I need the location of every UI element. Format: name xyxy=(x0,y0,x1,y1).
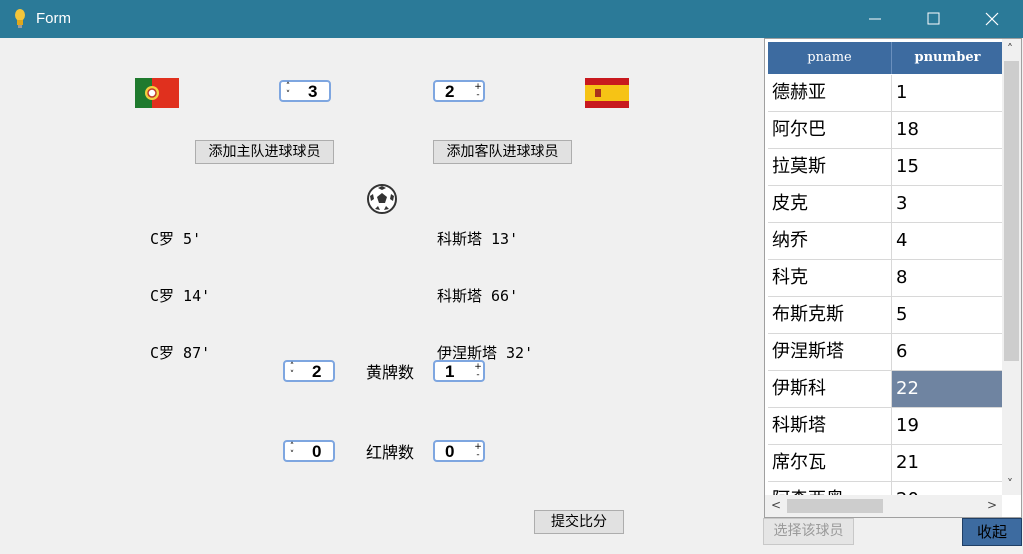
table-row[interactable]: 阿森西奥20 xyxy=(768,482,1002,495)
table-row[interactable]: 科斯塔 19 xyxy=(768,408,1002,445)
spin-arrows-icon[interactable]: + - xyxy=(474,363,482,380)
cell-pnumber[interactable]: 5 xyxy=(891,297,1002,333)
cell-pname[interactable]: 科斯塔 xyxy=(768,408,891,444)
spin-arrows-icon[interactable]: ˄ ˅ xyxy=(288,363,296,380)
cell-pname[interactable]: 德赫亚 xyxy=(768,75,891,111)
close-icon xyxy=(985,12,999,26)
cell-pnumber[interactable]: 15 xyxy=(891,149,1002,185)
table-row[interactable]: 拉莫斯 15 xyxy=(768,149,1002,186)
away-yellow-value: 1 xyxy=(445,362,455,381)
cell-pname[interactable]: 席尔瓦 xyxy=(768,445,891,481)
soccer-ball-icon xyxy=(367,184,397,214)
cell-pnumber[interactable]: 19 xyxy=(891,408,1002,444)
spain-flag-icon xyxy=(585,78,629,108)
scroll-right-icon[interactable]: > xyxy=(987,498,997,512)
cell-pname[interactable]: 纳乔 xyxy=(768,223,891,259)
cell-pnumber[interactable]: 18 xyxy=(891,112,1002,148)
cell-pnumber[interactable]: 4 xyxy=(891,223,1002,259)
collapse-button[interactable]: 收起 xyxy=(962,518,1022,546)
portugal-flag-icon xyxy=(135,78,179,108)
cell-pname[interactable]: 阿尔巴 xyxy=(768,112,891,148)
submit-score-button[interactable]: 提交比分 xyxy=(534,510,624,534)
minimize-button[interactable] xyxy=(846,0,904,38)
scroll-left-icon[interactable]: < xyxy=(771,498,781,512)
horizontal-scrollbar[interactable]: < > xyxy=(765,495,1002,517)
select-player-button[interactable]: 选择该球员 xyxy=(763,518,854,545)
vertical-scrollbar[interactable]: ˄ ˅ xyxy=(1002,39,1021,495)
spin-arrows-icon[interactable]: + - xyxy=(474,443,482,460)
close-button[interactable] xyxy=(962,0,1020,38)
minimize-icon xyxy=(869,18,881,20)
cell-pname[interactable]: 皮克 xyxy=(768,186,891,222)
home-yellow-spinbox[interactable]: ˄ ˅ 2 xyxy=(283,360,335,382)
home-scorers-list: C罗 5' C罗 14' C罗 87' xyxy=(150,192,210,382)
home-score-value: 3 xyxy=(308,82,318,101)
table-header: pname pnumber xyxy=(768,42,1002,74)
cell-pname[interactable]: 科克 xyxy=(768,260,891,296)
home-score-spinbox[interactable]: ˄ ˅ 3 xyxy=(279,80,331,102)
list-item: C罗 5' xyxy=(150,230,202,248)
cell-pnumber[interactable]: 1 xyxy=(891,75,1002,111)
table-row[interactable]: 席尔瓦 21 xyxy=(768,445,1002,482)
add-home-scorer-button[interactable]: 添加主队进球球员 xyxy=(195,140,334,164)
bulb-icon xyxy=(15,9,25,28)
table-row[interactable]: 布斯克斯 5 xyxy=(768,297,1002,334)
maximize-icon xyxy=(927,12,940,25)
cell-pnumber[interactable]: 20 xyxy=(891,482,1002,495)
cell-pname[interactable]: 布斯克斯 xyxy=(768,297,891,333)
cell-pnumber[interactable]: 8 xyxy=(891,260,1002,296)
scroll-up-icon[interactable]: ˄ xyxy=(1007,42,1013,56)
table-row[interactable]: 科克 8 xyxy=(768,260,1002,297)
maximize-button[interactable] xyxy=(904,0,962,38)
cell-pname[interactable]: 伊斯科 xyxy=(768,371,891,407)
add-away-scorer-button[interactable]: 添加客队进球球员 xyxy=(433,140,572,164)
cell-pname[interactable]: 伊涅斯塔 xyxy=(768,334,891,370)
cell-pnumber[interactable]: 21 xyxy=(891,445,1002,481)
horizontal-scroll-thumb[interactable] xyxy=(787,499,883,513)
list-item: C罗 87' xyxy=(150,344,211,362)
cell-pname[interactable]: 阿森西奥 xyxy=(768,482,891,495)
home-red-spinbox[interactable]: ˄ ˅ 0 xyxy=(283,440,335,462)
away-score-spinbox[interactable]: 2 + - xyxy=(433,80,485,102)
cell-pnumber[interactable]: 3 xyxy=(891,186,1002,222)
spin-arrows-icon[interactable]: ˄ ˅ xyxy=(288,443,296,460)
table-row[interactable]: 伊涅斯塔 6 xyxy=(768,334,1002,371)
table-row[interactable]: 纳乔 4 xyxy=(768,223,1002,260)
column-header-pnumber[interactable]: pnumber xyxy=(891,42,1003,74)
away-red-value: 0 xyxy=(445,442,455,461)
table-row[interactable]: 阿尔巴 18 xyxy=(768,112,1002,149)
list-item: 科斯塔 13' xyxy=(437,230,519,248)
away-red-spinbox[interactable]: 0 + - xyxy=(433,440,485,462)
title-bar: Form xyxy=(0,0,1023,38)
home-yellow-value: 2 xyxy=(312,362,322,381)
player-table[interactable]: pname pnumber 德赫亚 1 阿尔巴 18 拉莫斯 15 皮克 3 纳乔 4 科克 8 布斯克… xyxy=(764,38,1022,518)
table-row[interactable]: 皮克 3 xyxy=(768,186,1002,223)
away-score-value: 2 xyxy=(445,82,455,101)
table-row[interactable]: 德赫亚 1 xyxy=(768,75,1002,112)
scroll-down-icon[interactable]: ˅ xyxy=(1007,477,1013,491)
home-red-value: 0 xyxy=(312,442,322,461)
red-card-label: 红牌数 xyxy=(366,443,415,462)
cell-pname[interactable]: 拉莫斯 xyxy=(768,149,891,185)
list-item: 科斯塔 66' xyxy=(437,287,519,305)
list-item: C罗 14' xyxy=(150,287,211,305)
column-header-pname[interactable]: pname xyxy=(768,42,891,74)
window-title: Form xyxy=(36,10,71,27)
away-yellow-spinbox[interactable]: 1 + - xyxy=(433,360,485,382)
table-body: 德赫亚 1 阿尔巴 18 拉莫斯 15 皮克 3 纳乔 4 科克 8 布斯克斯 5 伊涅斯塔 6 伊斯科 22 科斯… xyxy=(768,75,1002,495)
spin-arrows-icon[interactable]: + - xyxy=(474,83,482,100)
table-row[interactable]: 伊斯科 22 xyxy=(768,371,1002,408)
cell-pnumber[interactable]: 6 xyxy=(891,334,1002,370)
vertical-scroll-thumb[interactable] xyxy=(1004,61,1019,361)
spin-arrows-icon[interactable]: ˄ ˅ xyxy=(284,83,292,100)
yellow-card-label: 黄牌数 xyxy=(366,363,415,382)
away-scorers-list: 科斯塔 13' 科斯塔 66' 伊涅斯塔 32' xyxy=(437,192,533,382)
cell-pnumber[interactable]: 22 xyxy=(891,371,1002,407)
